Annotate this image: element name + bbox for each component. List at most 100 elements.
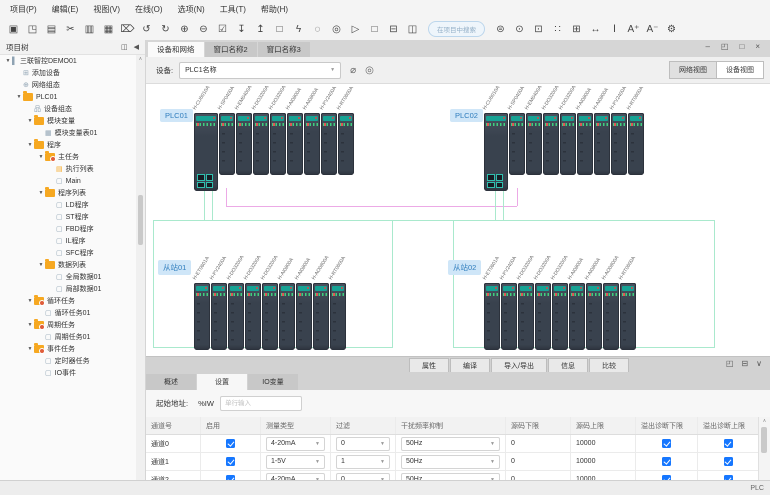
io-module[interactable] <box>509 113 525 175</box>
checkbox-checked[interactable] <box>724 439 733 448</box>
redo-icon[interactable]: ↻ <box>158 22 173 37</box>
zoom-out-icon[interactable]: ⊖ <box>196 22 211 37</box>
cut-icon[interactable]: ✂ <box>63 22 78 37</box>
tree-item[interactable]: 品设备组态 <box>0 103 136 115</box>
io-module[interactable] <box>535 283 551 350</box>
scale-icon[interactable]: ∷ <box>550 22 565 37</box>
tree-expand-icon[interactable]: ▼ <box>37 190 45 196</box>
io-module[interactable] <box>603 283 619 350</box>
io-module[interactable] <box>236 113 252 175</box>
tree-item[interactable]: ▼周期任务 <box>0 319 136 331</box>
io-module[interactable] <box>526 113 542 175</box>
tree-item[interactable]: ▢全局数据01 <box>0 271 136 283</box>
copy-icon[interactable]: ▥ <box>82 22 97 37</box>
io-module[interactable] <box>620 283 636 350</box>
split-v-icon[interactable]: ◫ <box>405 22 420 37</box>
search-in-project-button[interactable]: 在项目中搜索 <box>428 21 485 37</box>
scrollbar-thumb[interactable] <box>761 427 767 453</box>
device-select[interactable]: PLC1名称 ▼ <box>179 62 341 79</box>
scroll-up-icon[interactable]: ∧ <box>759 418 770 424</box>
tree-item[interactable]: ▢LD程序 <box>0 199 136 211</box>
tree-item[interactable]: ▼主任务 <box>0 151 136 163</box>
tree-expand-icon[interactable]: ▼ <box>26 298 34 304</box>
tree-item[interactable]: ▢IL程序 <box>0 235 136 247</box>
tree-item[interactable]: ▼数据列表 <box>0 259 136 271</box>
io-module[interactable] <box>245 283 261 350</box>
tree-expand-icon[interactable]: ▼ <box>15 94 23 100</box>
tree-item[interactable]: ▢SFC程序 <box>0 247 136 259</box>
io-module[interactable] <box>211 283 227 350</box>
panel-tab[interactable]: 概述 <box>146 374 196 390</box>
start-address-input[interactable] <box>220 396 302 411</box>
zoom-fit-icon[interactable]: ◎ <box>365 65 374 76</box>
font-increase-icon[interactable]: A⁺ <box>626 22 641 37</box>
save-icon[interactable]: ▤ <box>44 22 59 37</box>
tree-item[interactable]: ▼程序 <box>0 139 136 151</box>
io-module[interactable] <box>518 283 534 350</box>
paste-icon[interactable]: ▦ <box>101 22 116 37</box>
checkbox-checked[interactable] <box>662 457 671 466</box>
cell-select[interactable]: 50Hz▼ <box>401 437 500 451</box>
checkbox-checked[interactable] <box>724 457 733 466</box>
compile-icon[interactable]: ☑ <box>215 22 230 37</box>
io-module[interactable] <box>304 113 320 175</box>
io-module[interactable] <box>253 113 269 175</box>
stop-icon[interactable]: □ <box>367 22 382 37</box>
minimize-icon[interactable]: – <box>705 42 709 51</box>
menu-item[interactable]: 视图(V) <box>93 4 120 15</box>
io-module[interactable] <box>586 283 602 350</box>
io-module[interactable] <box>560 113 576 175</box>
tree-expand-icon[interactable]: ▼ <box>26 118 34 124</box>
io-module[interactable] <box>543 113 559 175</box>
close-icon[interactable]: × <box>755 42 760 51</box>
image-icon[interactable]: ⊞ <box>569 22 584 37</box>
menu-item[interactable]: 工具(T) <box>220 4 246 15</box>
fit-width-icon[interactable]: ↔ <box>588 22 603 37</box>
split-h-icon[interactable]: ⊟ <box>386 22 401 37</box>
open-project-icon[interactable]: ◳ <box>25 22 40 37</box>
io-module[interactable] <box>228 283 244 350</box>
tree-item[interactable]: ▢IO事件 <box>0 367 136 379</box>
io-module[interactable] <box>552 283 568 350</box>
font-decrease-icon[interactable]: A⁻ <box>645 22 660 37</box>
tree-item[interactable]: ▢FBD程序 <box>0 223 136 235</box>
tree-expand-icon[interactable]: ▼ <box>37 262 45 268</box>
checkbox-checked[interactable] <box>226 439 235 448</box>
tree-item[interactable]: ▼程序列表 <box>0 187 136 199</box>
io-module[interactable] <box>484 283 500 350</box>
tree-expand-icon[interactable]: ▼ <box>4 58 12 64</box>
tree-item[interactable]: ▼循环任务 <box>0 295 136 307</box>
io-module[interactable] <box>287 113 303 175</box>
io-module[interactable] <box>313 283 329 350</box>
collapse-panel-icon[interactable]: ∨ <box>756 359 762 368</box>
run-icon[interactable]: ▷ <box>348 22 363 37</box>
menu-item[interactable]: 在线(O) <box>135 4 163 15</box>
collapse-panel-icon[interactable]: ◀ <box>134 43 139 51</box>
undo-icon[interactable]: ↺ <box>139 22 154 37</box>
check-circle-icon[interactable]: ⊙ <box>512 22 527 37</box>
maximize-icon[interactable]: □ <box>739 42 744 51</box>
pin-panel-icon[interactable]: ◫ <box>121 43 128 51</box>
new-project-icon[interactable]: ▣ <box>6 22 21 37</box>
io-module[interactable] <box>577 113 593 175</box>
tree-item[interactable]: ▢定时器任务 <box>0 355 136 367</box>
panel-tab[interactable]: 设置 <box>197 374 247 390</box>
io-module[interactable] <box>628 113 644 175</box>
io-module[interactable] <box>321 113 337 175</box>
tree-item[interactable]: ▦模块变量表01 <box>0 127 136 139</box>
io-module[interactable] <box>569 283 585 350</box>
menu-item[interactable]: 编辑(E) <box>52 4 79 15</box>
io-module[interactable] <box>594 113 610 175</box>
network-canvas[interactable]: PLC01H-CU6010AH-SP0400AH-EM0400AH-DO3200… <box>146 84 770 356</box>
tree-item[interactable]: ▼模块变量 <box>0 115 136 127</box>
tree-item[interactable]: ▢循环任务01 <box>0 307 136 319</box>
sidebar-scrollbar[interactable]: ∧ <box>136 55 145 481</box>
view-button[interactable]: 网络视图 <box>669 61 717 79</box>
settings-icon[interactable]: ⚙ <box>664 22 679 37</box>
io-module[interactable] <box>194 283 210 350</box>
fit-height-icon[interactable]: Ⅰ <box>607 22 622 37</box>
scroll-up-icon[interactable]: ∧ <box>136 56 145 62</box>
tree-item[interactable]: ▢周期任务01 <box>0 331 136 343</box>
tree-item[interactable]: ⊕网络组态 <box>0 79 136 91</box>
editor-tab[interactable]: 窗口名称2 <box>205 42 257 57</box>
